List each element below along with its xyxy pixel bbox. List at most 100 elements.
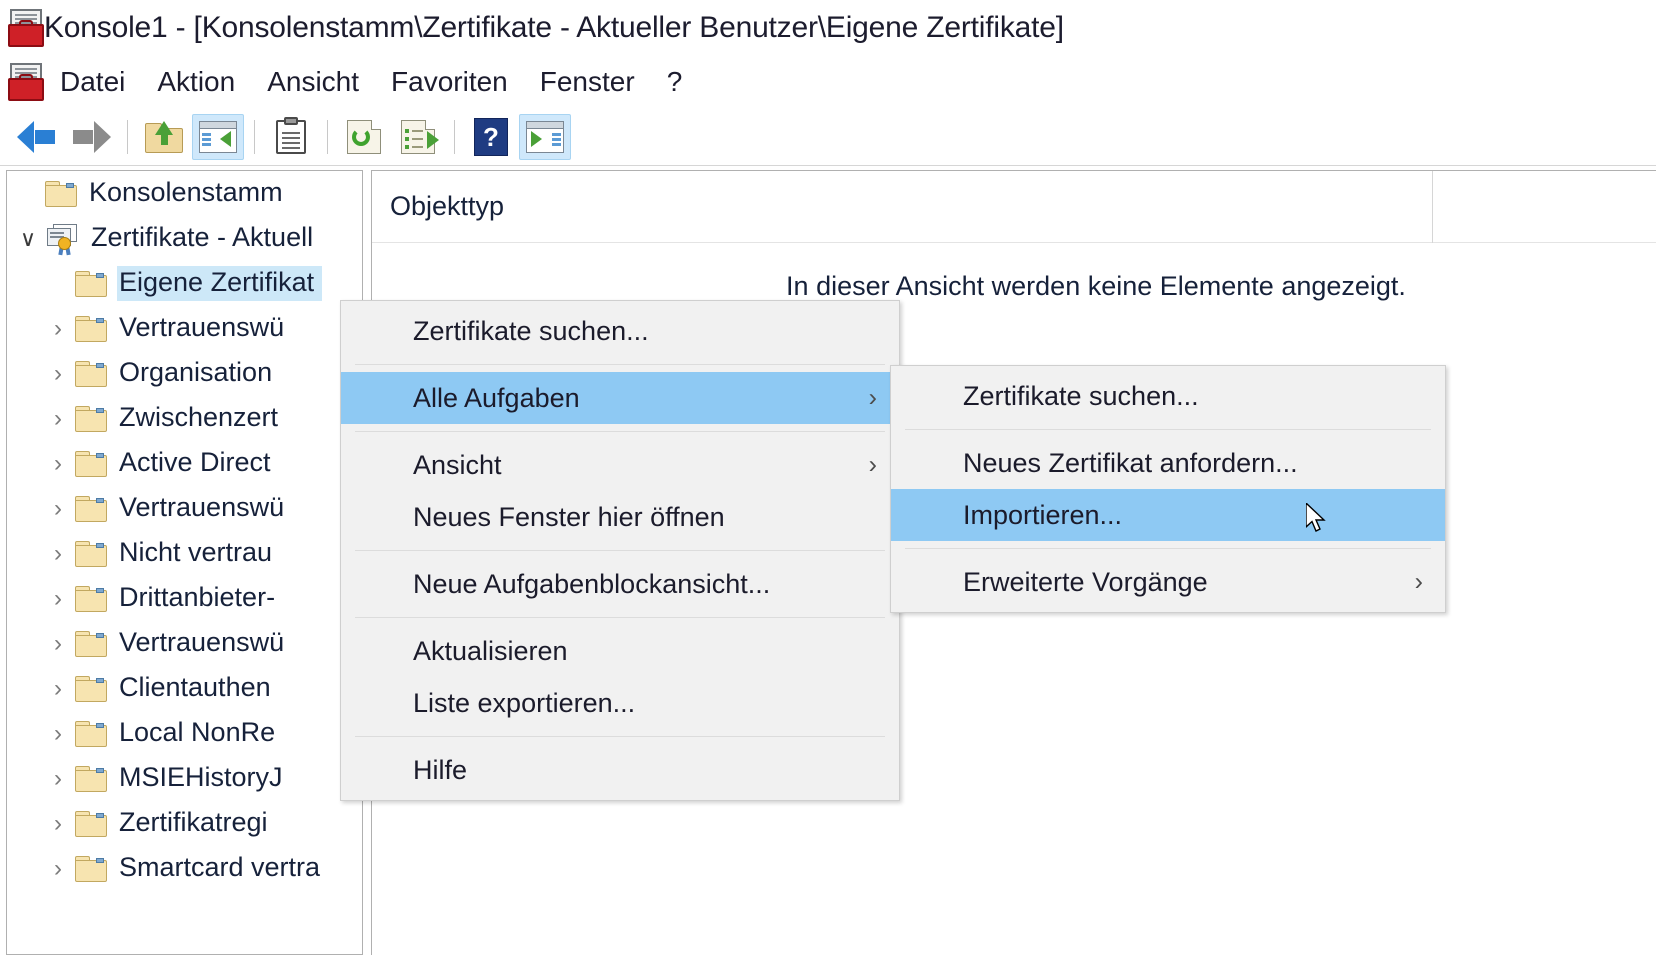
tree-item-6[interactable]: › Active Direct	[7, 441, 362, 486]
tree-item-15[interactable]: › Smartcard vertra	[7, 846, 362, 891]
context-menu[interactable]: Zertifikate suchen... Alle Aufgaben › Ansic…	[340, 300, 900, 801]
refresh-button[interactable]	[338, 114, 390, 160]
tree-item-3[interactable]: › Vertrauenswü	[7, 306, 362, 351]
tree-item-label: Zertifikatregi	[119, 807, 268, 837]
chevron-right-icon[interactable]: ›	[41, 810, 75, 838]
menu-fenster[interactable]: Fenster	[524, 64, 651, 100]
ctx-hilfe[interactable]: Hilfe	[341, 744, 899, 796]
chevron-right-icon[interactable]: ›	[41, 315, 75, 343]
chevron-right-icon[interactable]: ›	[41, 765, 75, 793]
tree-item-12[interactable]: › Local NonRe	[7, 711, 362, 756]
chevron-right-icon[interactable]: ›	[41, 630, 75, 658]
export-list-button[interactable]	[392, 114, 444, 160]
chevron-right-icon[interactable]: ›	[41, 855, 75, 883]
context-submenu-alle-aufgaben[interactable]: Zertifikate suchen... Neues Zertifikat an…	[890, 365, 1446, 613]
submenu-arrow-icon: ›	[1414, 567, 1423, 596]
ctx-liste-exportieren[interactable]: Liste exportieren...	[341, 677, 899, 729]
show-hide-action-pane-button[interactable]	[519, 113, 571, 160]
empty-view-message: In dieser Ansicht werden keine Elemente …	[786, 271, 1406, 301]
folder-icon	[75, 585, 107, 612]
up-one-level-button[interactable]	[138, 114, 190, 160]
help-button[interactable]: ?	[465, 114, 517, 160]
menu-datei[interactable]: Datei	[44, 64, 141, 100]
ctx-alle-aufgaben[interactable]: Alle Aufgaben ›	[341, 372, 899, 424]
tree-item-9[interactable]: › Drittanbieter-	[7, 576, 362, 621]
tree-item-10[interactable]: › Vertrauenswü	[7, 621, 362, 666]
folder-icon	[75, 810, 107, 837]
chevron-right-icon[interactable]: ›	[41, 495, 75, 523]
sub-neues-zertifikat[interactable]: Neues Zertifikat anfordern...	[891, 437, 1445, 489]
chevron-right-icon[interactable]: ›	[41, 585, 75, 613]
menu-item-label: Liste exportieren...	[413, 687, 636, 718]
menu-favoriten[interactable]: Favoriten	[375, 64, 524, 100]
tree-item-13[interactable]: › MSIEHistoryJ	[7, 756, 362, 801]
system-menu-icon[interactable]	[8, 63, 44, 101]
menu-ansicht[interactable]: Ansicht	[251, 64, 375, 100]
help-icon: ?	[474, 117, 508, 156]
folder-icon	[75, 720, 107, 747]
tree-item-1[interactable]: ∨ Zertifikate - Aktuell	[7, 216, 362, 261]
refresh-icon	[347, 119, 381, 154]
properties-button[interactable]	[265, 114, 317, 160]
chevron-right-icon[interactable]: ›	[41, 720, 75, 748]
ctx-aktualisieren[interactable]: Aktualisieren	[341, 625, 899, 677]
back-arrow-icon	[17, 120, 57, 153]
folder-icon	[75, 495, 107, 522]
ctx-ansicht[interactable]: Ansicht ›	[341, 439, 899, 491]
column-divider[interactable]	[1432, 171, 1433, 243]
forward-button[interactable]	[65, 114, 117, 160]
sub-zertifikate-suchen[interactable]: Zertifikate suchen...	[891, 370, 1445, 422]
chevron-right-icon[interactable]: ›	[41, 405, 75, 433]
tree-item-7[interactable]: › Vertrauenswü	[7, 486, 362, 531]
sub-erweiterte-vorgaenge[interactable]: Erweiterte Vorgänge ›	[891, 556, 1445, 608]
tree-item-4[interactable]: › Organisation	[7, 351, 362, 396]
menu-item-label: Neue Aufgabenblockansicht...	[413, 568, 771, 599]
tree-item-5[interactable]: › Zwischenzert	[7, 396, 362, 441]
chevron-right-icon[interactable]: ›	[41, 540, 75, 568]
menu-item-label: Neues Fenster hier öffnen	[413, 501, 725, 532]
chevron-right-icon[interactable]: ›	[41, 450, 75, 478]
tree-item-0[interactable]: Konsolenstamm	[7, 171, 362, 216]
sub-importieren[interactable]: Importieren...	[891, 489, 1445, 541]
show-hide-console-tree-button[interactable]	[192, 113, 244, 160]
menu-item-label: Alle Aufgaben	[413, 382, 580, 413]
menu-item-label: Hilfe	[413, 754, 468, 785]
folder-icon	[75, 540, 107, 567]
console-tree-pane[interactable]: Konsolenstamm ∨ Zertifikate - Aktuell Eigen…	[6, 170, 363, 955]
menu-separator	[355, 617, 885, 618]
toolbar-separator	[454, 119, 455, 154]
folder-icon	[75, 315, 107, 342]
mouse-cursor	[1306, 503, 1332, 537]
submenu-arrow-icon: ›	[868, 450, 877, 479]
folder-icon	[75, 450, 107, 477]
tree-item-label: Vertrauenswü	[119, 312, 285, 342]
folder-icon	[75, 765, 107, 792]
column-header-objekttyp[interactable]: Objekttyp	[372, 191, 504, 222]
tree-item-label: Organisation	[119, 357, 273, 387]
tree-item-2[interactable]: Eigene Zertifikat	[7, 261, 362, 306]
tree-item-11[interactable]: › Clientauthen	[7, 666, 362, 711]
show-hide-console-tree-icon	[199, 120, 237, 153]
chevron-right-icon[interactable]: ›	[41, 675, 75, 703]
window-title: Konsole1 - [Konsolenstamm\Zertifikate - …	[44, 11, 1064, 44]
menu-separator	[905, 548, 1431, 549]
menu-separator	[355, 431, 885, 432]
chevron-right-icon[interactable]: ›	[41, 360, 75, 388]
tree-item-8[interactable]: › Nicht vertrau	[7, 531, 362, 576]
list-column-header[interactable]: Objekttyp	[372, 171, 1656, 243]
forward-arrow-icon	[71, 120, 111, 153]
back-button[interactable]	[11, 114, 63, 160]
menu-item-label: Zertifikate suchen...	[963, 380, 1199, 411]
menu-item-label: Ansicht	[413, 449, 502, 480]
tree-item-label: MSIEHistoryJ	[119, 762, 283, 792]
folder-icon	[75, 405, 107, 432]
toolbar-separator	[254, 119, 255, 154]
tree-item-14[interactable]: › Zertifikatregi	[7, 801, 362, 846]
ctx-neues-fenster[interactable]: Neues Fenster hier öffnen	[341, 491, 899, 543]
menu-aktion[interactable]: Aktion	[141, 64, 251, 100]
ctx-zertifikate-suchen[interactable]: Zertifikate suchen...	[341, 305, 899, 357]
menu-separator	[355, 736, 885, 737]
chevron-down-icon[interactable]: ∨	[11, 226, 45, 252]
ctx-neue-aufgabenblock[interactable]: Neue Aufgabenblockansicht...	[341, 558, 899, 610]
menu-help[interactable]: ?	[651, 64, 699, 100]
